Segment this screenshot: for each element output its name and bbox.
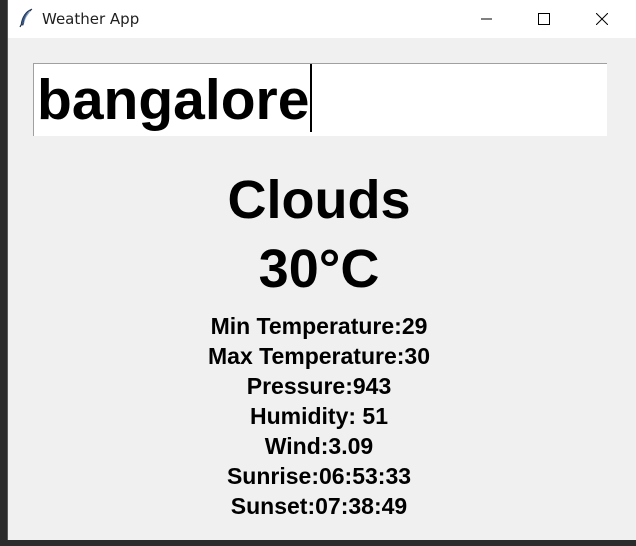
minimize-button[interactable] — [464, 0, 510, 38]
sunrise: Sunrise:06:53:33 — [226, 463, 412, 489]
feather-icon — [18, 8, 36, 28]
maximize-icon — [538, 13, 550, 25]
window-bottom-edge — [0, 540, 636, 546]
sunset: Sunset:07:38:49 — [230, 493, 408, 519]
pressure: Pressure:943 — [246, 373, 392, 399]
maximize-button[interactable] — [521, 0, 567, 38]
close-button[interactable] — [579, 0, 625, 38]
current-temperature: 30°C — [258, 239, 380, 299]
app-window: Weather App bangalore Clouds 30°C Min Te… — [7, 0, 636, 540]
city-search-value: bangalore — [37, 68, 310, 132]
weather-condition: Clouds — [227, 170, 411, 230]
humidity: Humidity: 51 — [249, 403, 389, 429]
wind: Wind:3.09 — [264, 433, 374, 459]
title-bar[interactable]: Weather App — [8, 0, 636, 38]
close-icon — [596, 13, 608, 25]
min-temperature: Min Temperature:29 — [210, 313, 428, 339]
minimize-icon — [481, 13, 493, 25]
window-title: Weather App — [42, 10, 140, 28]
weather-details: Min Temperature:29 Max Temperature:30 Pr… — [8, 311, 630, 521]
text-caret — [310, 64, 313, 132]
city-search-input[interactable]: bangalore — [33, 63, 607, 136]
max-temperature: Max Temperature:30 — [208, 343, 430, 369]
